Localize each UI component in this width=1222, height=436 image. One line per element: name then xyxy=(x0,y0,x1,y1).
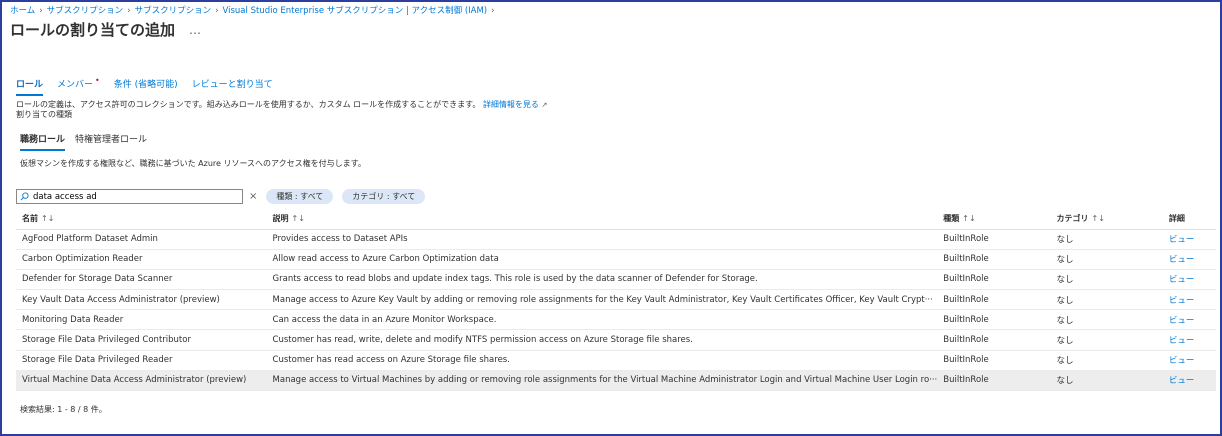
external-link-icon: ↗ xyxy=(541,101,548,109)
search-box[interactable] xyxy=(16,189,243,204)
view-link[interactable]: ビュー xyxy=(1162,350,1216,371)
header-category[interactable]: カテゴリ ↑↓ xyxy=(1050,208,1163,230)
tab-bar: ロール メンバー • 条件 (省略可能) レビューと割り当て xyxy=(16,76,273,96)
role-type-cell: BuiltInRole xyxy=(937,249,1051,270)
search-input[interactable] xyxy=(33,191,233,202)
sort-icon: ↑↓ xyxy=(291,213,305,223)
view-link[interactable]: ビュー xyxy=(1162,269,1216,291)
view-link[interactable]: ビュー xyxy=(1162,249,1216,270)
sort-icon: ↑↓ xyxy=(41,213,55,223)
view-link[interactable]: ビュー xyxy=(1162,309,1216,331)
header-category-label: カテゴリ xyxy=(1056,213,1089,223)
table-row[interactable]: Storage File Data Privileged Contributor… xyxy=(16,329,1216,351)
required-indicator: • xyxy=(95,76,100,85)
view-link[interactable]: ビュー xyxy=(1162,289,1216,311)
page-title: ロールの割り当ての追加 xyxy=(10,21,176,39)
clear-search-icon[interactable]: × xyxy=(249,191,257,202)
table-header-row: 名前 ↑↓ 説明 ↑↓ 種類 ↑↓ カテゴリ ↑↓ 詳細 xyxy=(16,208,1216,230)
role-category-cell: なし xyxy=(1050,370,1163,392)
header-description[interactable]: 説明 ↑↓ xyxy=(266,208,938,230)
description-text: ロールの定義は、アクセス許可のコレクションです。組み込みロールを使用するか、カス… xyxy=(16,100,481,109)
assignment-type-tabs: 職務ロール 特権管理者ロール xyxy=(20,132,147,151)
tab-review-assign[interactable]: レビューと割り当て xyxy=(192,77,273,96)
role-name-cell: Monitoring Data Reader xyxy=(16,309,267,331)
role-description-cell: Manage access to Virtual Machines by add… xyxy=(266,370,938,392)
tab-privileged-admin-roles[interactable]: 特権管理者ロール xyxy=(75,132,147,151)
breadcrumb-subscriptions[interactable]: サブスクリプション xyxy=(47,6,124,16)
table-row[interactable]: Storage File Data Privileged Reader Custo… xyxy=(16,350,1216,371)
view-link[interactable]: ビュー xyxy=(1162,329,1216,351)
header-type[interactable]: 種類 ↑↓ xyxy=(937,208,1051,230)
breadcrumb-separator: › xyxy=(215,6,219,16)
tab-members-label: メンバー xyxy=(57,80,94,90)
breadcrumb-iam[interactable]: Visual Studio Enterprise サブスクリプション | アクセ… xyxy=(223,6,488,16)
header-name[interactable]: 名前 ↑↓ xyxy=(16,208,267,230)
view-link[interactable]: ビュー xyxy=(1162,370,1216,392)
role-category-cell: なし xyxy=(1050,350,1163,371)
sort-icon: ↑↓ xyxy=(962,213,976,223)
breadcrumb-subscriptions-2[interactable]: サブスクリプション xyxy=(135,6,212,16)
role-type-cell: BuiltInRole xyxy=(937,229,1051,250)
table-row[interactable]: AgFood Platform Dataset Admin Provides ac… xyxy=(16,229,1216,250)
roles-table: 名前 ↑↓ 説明 ↑↓ 種類 ↑↓ カテゴリ ↑↓ 詳細 AgFood Platform… xyxy=(16,208,1216,392)
table-row[interactable]: Virtual Machine Data Access Administrato… xyxy=(16,370,1216,392)
role-description-cell: Provides access to Dataset APIs xyxy=(266,229,938,250)
breadcrumb-separator: › xyxy=(127,6,131,16)
role-name-cell: Storage File Data Privileged Reader xyxy=(16,350,267,371)
role-category-cell: なし xyxy=(1050,309,1163,331)
role-type-cell: BuiltInRole xyxy=(937,269,1051,291)
more-options-button[interactable]: … xyxy=(189,23,201,37)
role-category-cell: なし xyxy=(1050,269,1163,291)
role-description-cell: Customer has read, write, delete and mod… xyxy=(266,329,938,351)
learn-more-link[interactable]: 詳細情報を見る xyxy=(483,100,539,109)
role-type-cell: BuiltInRole xyxy=(937,289,1051,311)
assignment-type-label: 割り当ての種類 xyxy=(16,110,72,119)
role-type-cell: BuiltInRole xyxy=(937,350,1051,371)
role-name-cell: Key Vault Data Access Administrator (pre… xyxy=(16,289,267,311)
role-description-cell: Can access the data in an Azure Monitor … xyxy=(266,309,938,331)
search-filter-row: × 種類 : すべて カテゴリ : すべて xyxy=(16,189,426,204)
role-description: ロールの定義は、アクセス許可のコレクションです。組み込みロールを使用するか、カス… xyxy=(16,100,547,120)
role-type-cell: BuiltInRole xyxy=(937,370,1051,392)
header-name-label: 名前 xyxy=(22,213,38,223)
filter-type-pill[interactable]: 種類 : すべて xyxy=(266,189,334,204)
role-category-cell: なし xyxy=(1050,229,1163,250)
role-description-cell: Grants access to read blobs and update i… xyxy=(266,269,938,291)
role-type-cell: BuiltInRole xyxy=(937,329,1051,351)
role-name-cell: Carbon Optimization Reader xyxy=(16,249,267,270)
role-description-cell: Customer has read access on Azure Storag… xyxy=(266,350,938,371)
header-desc-label: 説明 xyxy=(272,213,289,223)
role-name-cell: Virtual Machine Data Access Administrato… xyxy=(16,370,267,392)
filter-category-pill[interactable]: カテゴリ : すべて xyxy=(342,189,426,204)
role-name-cell: AgFood Platform Dataset Admin xyxy=(16,229,267,250)
breadcrumb-separator: › xyxy=(491,6,495,16)
role-name-cell: Storage File Data Privileged Contributor xyxy=(16,329,267,351)
table-row[interactable]: Monitoring Data Reader Can access the dat… xyxy=(16,309,1216,331)
job-function-description: 仮想マシンを作成する権限など、職務に基づいた Azure リソースへのアクセス権… xyxy=(20,159,366,168)
breadcrumb-separator: › xyxy=(39,6,43,16)
tab-members[interactable]: メンバー • xyxy=(57,76,100,96)
tab-conditions[interactable]: 条件 (省略可能) xyxy=(114,77,178,96)
role-description-cell: Manage access to Azure Key Vault by addi… xyxy=(266,289,938,311)
sort-icon: ↑↓ xyxy=(1091,213,1105,223)
tab-role[interactable]: ロール xyxy=(16,77,44,96)
search-icon xyxy=(20,192,29,201)
tab-job-function-roles[interactable]: 職務ロール xyxy=(20,132,66,151)
title-row: ロールの割り当ての追加 … xyxy=(10,19,201,40)
breadcrumb-home[interactable]: ホーム xyxy=(10,6,35,16)
role-category-cell: なし xyxy=(1050,249,1163,270)
role-type-cell: BuiltInRole xyxy=(937,309,1051,331)
table-row[interactable]: Defender for Storage Data Scanner Grants … xyxy=(16,269,1216,291)
view-link[interactable]: ビュー xyxy=(1162,229,1216,250)
table-row[interactable]: Carbon Optimization Reader Allow read acc… xyxy=(16,249,1216,270)
search-results-count: 検索結果: 1 - 8 / 8 件。 xyxy=(20,405,107,414)
table-row[interactable]: Key Vault Data Access Administrator (pre… xyxy=(16,289,1216,311)
role-category-cell: なし xyxy=(1050,329,1163,351)
role-category-cell: なし xyxy=(1050,289,1163,311)
role-description-cell: Allow read access to Azure Carbon Optimi… xyxy=(266,249,938,270)
header-detail: 詳細 xyxy=(1162,208,1216,230)
role-name-cell: Defender for Storage Data Scanner xyxy=(16,269,267,291)
breadcrumb: ホーム › サブスクリプション › サブスクリプション › Visual Studio En… xyxy=(10,4,499,16)
header-type-label: 種類 xyxy=(943,213,960,223)
